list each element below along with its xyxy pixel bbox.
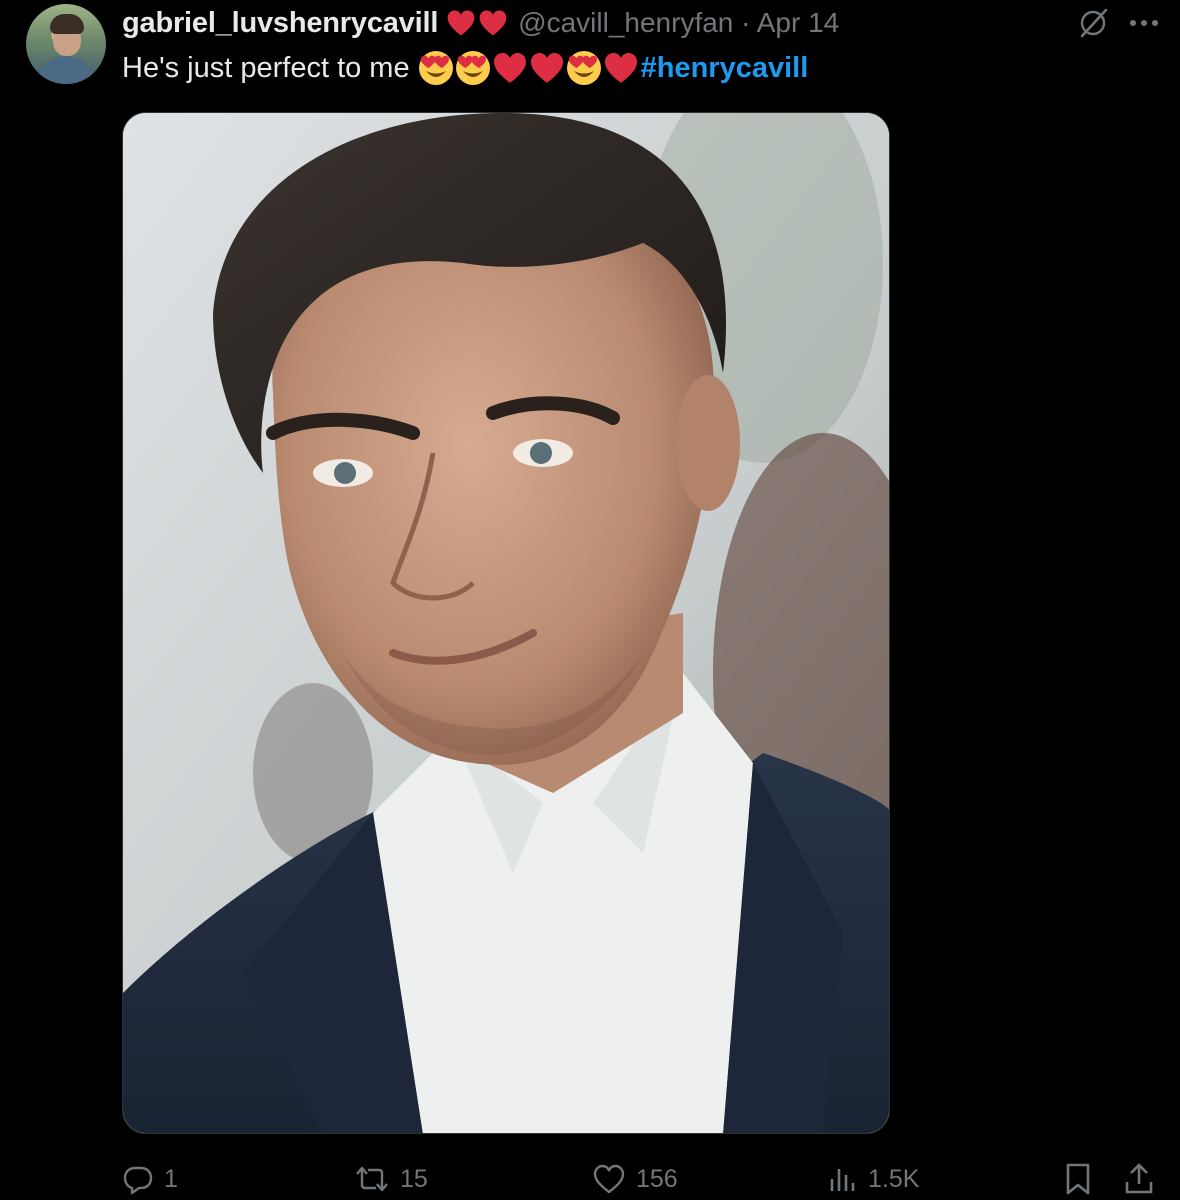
share-button[interactable]: [1124, 1154, 1154, 1200]
reply-icon: [122, 1163, 154, 1195]
bookmark-button[interactable]: [1064, 1154, 1092, 1200]
heart-emoji-icon: [603, 50, 639, 86]
action-bar: 1 15 156 1.5K: [0, 1154, 1180, 1200]
display-name[interactable]: gabriel_luvshenrycavill: [122, 7, 438, 40]
heart-emoji-icon: [529, 50, 565, 86]
post-photo[interactable]: [122, 112, 890, 1134]
hashtag-link[interactable]: #henrycavill: [641, 52, 809, 85]
tweet-text: He's just perfect to me #henrycavill: [122, 46, 808, 90]
tweet-body: He's just perfect to me: [122, 51, 410, 84]
handle-meta: @cavill_henryfan · Apr 14: [518, 7, 839, 39]
tweet-header: gabriel_luvshenrycavill @cavill_henryfan…: [122, 2, 839, 44]
views-count: 1.5K: [868, 1164, 920, 1193]
like-button[interactable]: 156: [592, 1154, 678, 1200]
more-icon[interactable]: [1128, 17, 1160, 29]
views-button[interactable]: 1.5K: [828, 1154, 919, 1200]
display-name-hearts: [446, 8, 508, 38]
heart-eyes-emoji-icon: [418, 50, 454, 86]
top-actions: [1076, 2, 1160, 44]
repost-button[interactable]: 15: [354, 1154, 428, 1200]
avatar-shirt: [36, 56, 96, 84]
reply-count: 1: [164, 1164, 178, 1193]
grok-icon[interactable]: [1076, 6, 1110, 40]
share-icon: [1124, 1162, 1154, 1196]
heart-emoji-icon: [446, 8, 476, 38]
heart-emoji-icon: [492, 50, 528, 86]
avatar[interactable]: [26, 4, 106, 84]
bookmark-icon: [1064, 1162, 1092, 1196]
tweet[interactable]: gabriel_luvshenrycavill @cavill_henryfan…: [0, 0, 1180, 1200]
heart-eyes-emoji-icon: [566, 50, 602, 86]
like-count: 156: [636, 1164, 678, 1193]
repost-count: 15: [400, 1164, 428, 1193]
reply-button[interactable]: 1: [122, 1154, 178, 1200]
views-icon: [828, 1163, 858, 1195]
heart-eyes-emoji-icon: [455, 50, 491, 86]
photo-illustration: [123, 113, 889, 1133]
tweet-emojis: [418, 50, 639, 86]
post-date[interactable]: Apr 14: [757, 7, 840, 38]
handle[interactable]: @cavill_henryfan: [518, 7, 733, 38]
like-icon: [592, 1163, 626, 1195]
repost-icon: [354, 1163, 390, 1195]
separator: ·: [741, 7, 751, 38]
heart-emoji-icon: [478, 8, 508, 38]
avatar-hair: [50, 14, 84, 34]
